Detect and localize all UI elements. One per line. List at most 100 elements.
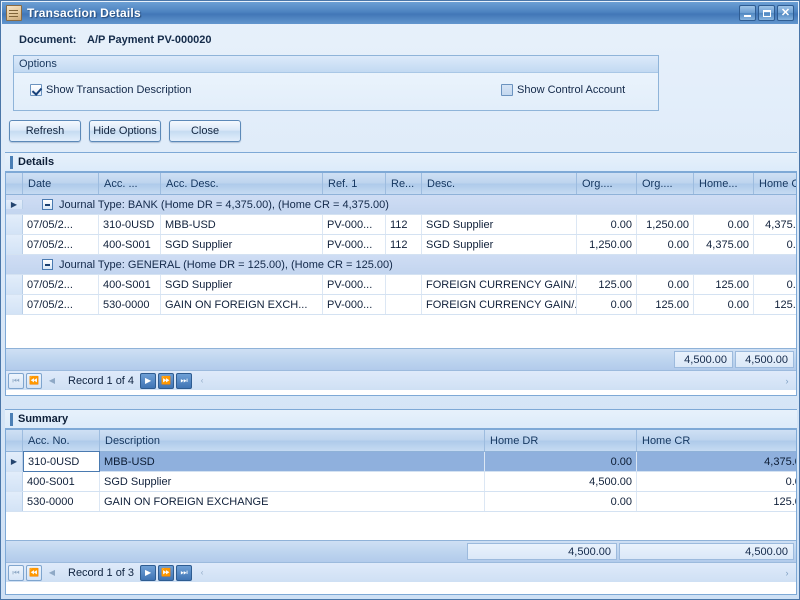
collapse-icon[interactable]: [42, 259, 53, 270]
horizontal-scroll-right-icon[interactable]: ›: [780, 373, 794, 389]
cell-ref1: PV-000...: [323, 295, 386, 314]
nav-next-button[interactable]: ▶: [140, 565, 156, 581]
column-header-acc-desc[interactable]: Acc. Desc.: [161, 173, 323, 194]
close-options-button[interactable]: Close: [169, 120, 241, 142]
table-row[interactable]: 07/05/2... 400-S001 SGD Supplier PV-000.…: [6, 275, 796, 295]
nav-prev-button[interactable]: ◀: [44, 565, 60, 581]
options-groupbox-header: Options: [14, 56, 658, 73]
window-controls: ✕: [739, 5, 794, 21]
column-header-acc-no[interactable]: Acc. No.: [23, 430, 100, 451]
cell-acc-desc: SGD Supplier: [161, 235, 323, 254]
summary-section-title: Summary: [18, 413, 68, 425]
cell-ref1: PV-000...: [323, 275, 386, 294]
cell-org-cr: 0.00: [637, 275, 694, 294]
column-header-org-cr[interactable]: Org....: [637, 173, 694, 194]
checkbox-checked-icon: [30, 84, 42, 96]
table-row[interactable]: 07/05/2... 400-S001 SGD Supplier PV-000.…: [6, 235, 796, 255]
details-record-navigator: ⏮ ⏪ ◀ Record 1 of 4 ▶ ⏩ ⏭ ‹ ›: [6, 370, 796, 390]
cell-desc: FOREIGN CURRENCY GAIN/...: [422, 275, 577, 294]
close-button[interactable]: ✕: [777, 5, 794, 21]
cell-home-cr: 0.00: [754, 235, 797, 254]
row-indicator[interactable]: ▶: [6, 200, 23, 209]
options-groupbox: Options Show Transaction Description Sho…: [13, 55, 659, 111]
nav-first-button[interactable]: ⏮: [8, 373, 24, 389]
nav-collapse-button[interactable]: ‹: [194, 565, 210, 581]
group-row[interactable]: Journal Type: GENERAL (Home DR = 125.00)…: [6, 255, 796, 275]
column-header-acc-no[interactable]: Acc. ...: [99, 173, 161, 194]
cell-home-dr: 4,500.00: [485, 472, 637, 491]
row-indicator[interactable]: [6, 215, 23, 234]
nav-prev-page-button[interactable]: ⏪: [26, 565, 42, 581]
cell-acc-no[interactable]: 310-0USD: [23, 451, 100, 472]
show-transaction-description-checkbox[interactable]: Show Transaction Description: [30, 84, 192, 96]
column-header-date[interactable]: Date: [23, 173, 99, 194]
show-control-account-checkbox[interactable]: Show Control Account: [501, 84, 625, 96]
group-header-text: Journal Type: BANK (Home DR = 4,375.00),…: [59, 199, 389, 211]
cell-description: MBB-USD: [100, 452, 485, 471]
horizontal-scroll-right-icon[interactable]: ›: [780, 565, 794, 581]
table-row[interactable]: 400-S001 SGD Supplier 4,500.00 0.00: [6, 472, 796, 492]
cell-ref2: [386, 295, 422, 314]
checkbox-unchecked-icon: [501, 84, 513, 96]
nav-next-page-button[interactable]: ⏩: [158, 565, 174, 581]
column-header-org-dr[interactable]: Org....: [577, 173, 637, 194]
table-row[interactable]: 07/05/2... 310-0USD MBB-USD PV-000... 11…: [6, 215, 796, 235]
hide-options-button[interactable]: Hide Options: [89, 120, 161, 142]
row-indicator[interactable]: [6, 492, 23, 511]
cell-description: SGD Supplier: [100, 472, 485, 491]
cell-acc-no: 400-S001: [99, 235, 161, 254]
table-row[interactable]: 530-0000 GAIN ON FOREIGN EXCHANGE 0.00 1…: [6, 492, 796, 512]
row-indicator[interactable]: [6, 295, 23, 314]
details-section-header: Details: [5, 152, 797, 172]
column-header-home-dr[interactable]: Home...: [694, 173, 754, 194]
row-indicator[interactable]: ▶: [6, 452, 23, 471]
cell-org-dr: 125.00: [577, 275, 637, 294]
show-control-account-label: Show Control Account: [517, 84, 625, 96]
footer-total-home-dr: 4,500.00: [467, 543, 617, 560]
window-titlebar[interactable]: Transaction Details ✕: [2, 2, 798, 24]
options-groupbox-body: Show Transaction Description Show Contro…: [14, 73, 658, 110]
nav-next-page-button[interactable]: ⏩: [158, 373, 174, 389]
transaction-details-window: Transaction Details ✕ Document: A/P Paym…: [0, 0, 800, 600]
row-indicator[interactable]: [6, 275, 23, 294]
column-header-ref2[interactable]: Re...: [386, 173, 422, 194]
collapse-icon[interactable]: [42, 199, 53, 210]
group-row[interactable]: ▶ Journal Type: BANK (Home DR = 4,375.00…: [6, 195, 796, 215]
column-header-desc[interactable]: Desc.: [422, 173, 577, 194]
row-indicator[interactable]: [6, 235, 23, 254]
column-header-home-dr[interactable]: Home DR: [485, 430, 637, 451]
column-header-home-cr[interactable]: Home CR: [754, 173, 797, 194]
cell-date: 07/05/2...: [23, 235, 99, 254]
cell-ref2: [386, 275, 422, 294]
table-row[interactable]: ▶ 310-0USD MBB-USD 0.00 4,375.00: [6, 452, 796, 472]
details-grid-header: Date Acc. ... Acc. Desc. Ref. 1 Re... De…: [6, 173, 796, 195]
nav-last-button[interactable]: ⏭: [176, 373, 192, 389]
cell-acc-desc: SGD Supplier: [161, 275, 323, 294]
document-value: A/P Payment PV-000020: [87, 34, 212, 46]
cell-acc-no: 400-S001: [23, 472, 100, 491]
nav-prev-page-button[interactable]: ⏪: [26, 373, 42, 389]
row-indicator-header: [6, 173, 23, 194]
cell-acc-desc: MBB-USD: [161, 215, 323, 234]
nav-prev-button[interactable]: ◀: [44, 373, 60, 389]
minimize-button[interactable]: [739, 5, 756, 21]
column-header-ref1[interactable]: Ref. 1: [323, 173, 386, 194]
cell-ref1: PV-000...: [323, 235, 386, 254]
row-indicator[interactable]: [6, 472, 23, 491]
document-row: Document: A/P Payment PV-000020: [19, 34, 212, 46]
table-row[interactable]: 07/05/2... 530-0000 GAIN ON FOREIGN EXCH…: [6, 295, 796, 315]
nav-first-button[interactable]: ⏮: [8, 565, 24, 581]
cell-org-cr: 0.00: [637, 235, 694, 254]
cell-date: 07/05/2...: [23, 275, 99, 294]
maximize-button[interactable]: [758, 5, 775, 21]
cell-org-dr: 0.00: [577, 215, 637, 234]
footer-total-home-cr: 4,500.00: [735, 351, 794, 368]
nav-last-button[interactable]: ⏭: [176, 565, 192, 581]
refresh-button[interactable]: Refresh: [9, 120, 81, 142]
column-header-home-cr[interactable]: Home CR: [637, 430, 797, 451]
column-header-description[interactable]: Description: [100, 430, 485, 451]
nav-next-button[interactable]: ▶: [140, 373, 156, 389]
cell-home-cr: 0.00: [754, 275, 797, 294]
cell-home-dr: 0.00: [694, 215, 754, 234]
nav-collapse-button[interactable]: ‹: [194, 373, 210, 389]
